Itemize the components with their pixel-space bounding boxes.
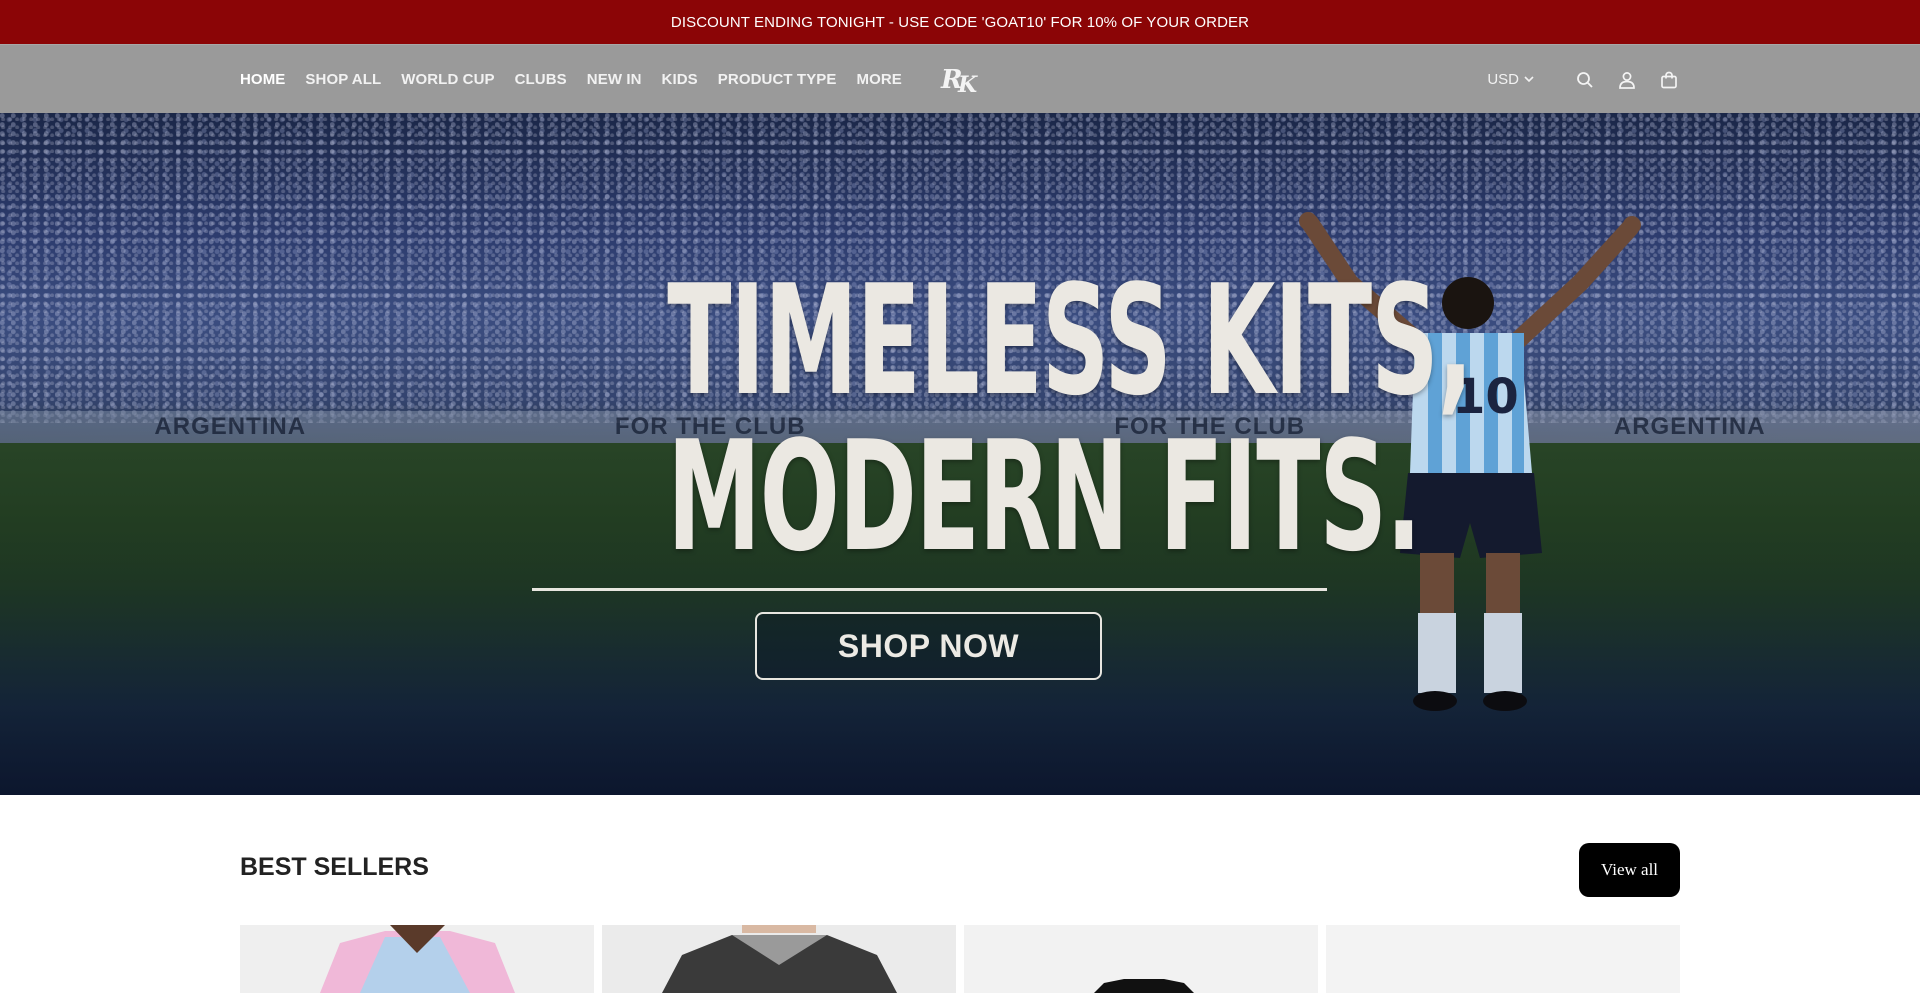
cart-icon	[1661, 71, 1677, 88]
hero-divider	[532, 588, 1327, 591]
nav-item-new-in[interactable]: NEW IN	[587, 71, 642, 88]
shop-now-button[interactable]: SHOP NOW	[755, 612, 1102, 680]
announcement-text: DISCOUNT ENDING TONIGHT - USE CODE 'GOAT…	[670, 13, 1250, 31]
product-image	[240, 925, 594, 993]
brand-logo[interactable]: R K	[940, 61, 980, 98]
nav-item-home[interactable]: HOME	[240, 71, 285, 88]
product-image	[1326, 925, 1680, 993]
header-actions: USD	[1487, 45, 1680, 114]
hero-banner[interactable]: ARGENTINA FOR THE CLUB FOR THE CLUB ARGE…	[0, 113, 1920, 795]
cart-button[interactable]	[1658, 69, 1680, 91]
product-card[interactable]	[1326, 925, 1680, 993]
nav-item-clubs[interactable]: CLUBS	[515, 71, 567, 88]
product-card[interactable]	[964, 925, 1318, 993]
hero-title-line-1: TIMELESS KITS,	[667, 252, 1473, 429]
hero-title: TIMELESS KITS, MODERN FITS.	[667, 252, 1473, 585]
account-icon	[1619, 71, 1635, 89]
product-image	[964, 925, 1318, 993]
announcement-bar: DISCOUNT ENDING TONIGHT - USE CODE 'GOAT…	[0, 0, 1920, 44]
product-card[interactable]	[602, 925, 956, 993]
best-sellers-title: BEST SELLERS	[240, 853, 429, 881]
main-nav: HOME SHOP ALL WORLD CUP CLUBS NEW IN KID…	[240, 45, 922, 114]
account-button[interactable]	[1616, 69, 1638, 91]
hero-title-line-2: MODERN FITS.	[667, 408, 1422, 585]
view-all-button[interactable]: View all	[1579, 843, 1680, 897]
nav-item-more[interactable]: MORE	[857, 71, 902, 88]
site-header: HOME SHOP ALL WORLD CUP CLUBS NEW IN KID…	[0, 44, 1920, 113]
nav-item-world-cup[interactable]: WORLD CUP	[401, 71, 494, 88]
chevron-down-icon	[1524, 76, 1534, 83]
nav-item-product-type[interactable]: PRODUCT TYPE	[718, 71, 837, 88]
banner-text: ARGENTINA	[154, 413, 307, 440]
product-grid	[240, 925, 1680, 993]
nav-item-shop-all[interactable]: SHOP ALL	[305, 71, 381, 88]
currency-selector[interactable]: USD	[1487, 71, 1534, 88]
search-icon	[1577, 71, 1593, 88]
nav-item-kids[interactable]: KIDS	[662, 71, 698, 88]
product-card[interactable]	[240, 925, 594, 993]
currency-label: USD	[1487, 71, 1519, 88]
search-button[interactable]	[1574, 69, 1596, 91]
svg-text:K: K	[957, 72, 978, 97]
product-image	[602, 925, 956, 993]
rk-logo-icon: R K	[940, 65, 978, 98]
